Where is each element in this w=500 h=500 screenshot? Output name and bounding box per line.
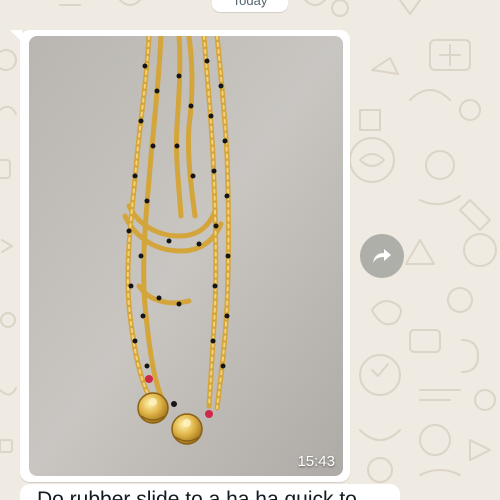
image-attachment[interactable]: 15:43 [29, 36, 343, 476]
forward-button[interactable] [360, 234, 404, 278]
necklace-photo [29, 36, 343, 476]
message-timestamp: 15:43 [297, 453, 335, 470]
date-separator-chip: Today [212, 0, 288, 12]
forward-arrow-icon [373, 249, 391, 263]
next-message-text: Do rubber slide to a ha ha quick to [37, 488, 357, 500]
